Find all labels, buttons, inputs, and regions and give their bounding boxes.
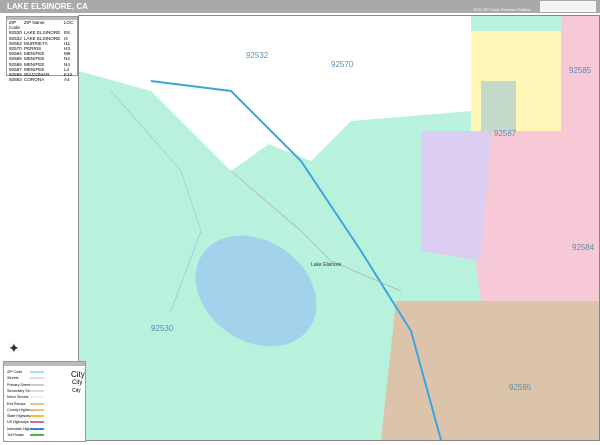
legend-item-label: State Highways	[7, 414, 32, 419]
zip-label: 92530	[151, 324, 174, 333]
zip-label: 92532	[246, 51, 269, 60]
legend-item-label: Primary Streets	[7, 382, 32, 387]
column-header: LOC	[64, 20, 74, 25]
edition-label: 2025 ZIP Code Premium Edition	[472, 7, 530, 12]
zip-table-cell: 92883	[9, 77, 22, 83]
legend-swatch	[30, 415, 44, 418]
legend-swatch	[30, 389, 44, 392]
legend-swatch	[30, 408, 44, 411]
legend-swatch	[30, 371, 44, 373]
map-regions	[79, 16, 599, 441]
zip-label: 92585	[569, 66, 592, 75]
legend-swatch	[30, 427, 44, 430]
legend-item-label: Toll Roads	[7, 433, 24, 437]
map-legend: ZIP Code Streets Primary Streets Secondary …	[3, 361, 86, 442]
legend-swatch	[30, 383, 44, 386]
legend-item-label: Streets	[7, 376, 19, 381]
publisher-logo	[540, 1, 596, 12]
city-sample: City	[71, 370, 85, 379]
legend-swatch	[30, 421, 44, 424]
zip-label: 92587	[494, 129, 517, 138]
city-sample: City	[72, 380, 83, 386]
zip-label: 92595	[509, 383, 532, 392]
city-sample: City	[72, 388, 81, 394]
zip-area-92595	[381, 301, 599, 440]
legend-swatch	[30, 396, 44, 399]
header-bar: LAKE ELSINORE, CA 2025 ZIP Code Premium …	[0, 0, 600, 13]
compass-rose-icon: ✦	[8, 340, 20, 356]
zip-label: 92570	[331, 60, 354, 69]
column-header: ZIP Code	[9, 20, 20, 31]
zip-label: 92584	[572, 243, 595, 252]
map-title: LAKE ELSINORE, CA	[7, 2, 88, 11]
zip-table-row: 92883 CORONA A4	[7, 77, 77, 82]
city-label: Lake Elsinore	[311, 262, 342, 268]
legend-item-label: Minor Streets	[7, 395, 29, 400]
zip-code-table: ZIP Code ZIP Name LOC 92530 LAKE ELSINORE E8…	[6, 16, 78, 82]
legend-swatch	[30, 434, 44, 436]
zip-table-cell: A4	[64, 77, 70, 83]
legend-item-label: Exit Ramps	[7, 401, 26, 406]
park-area	[481, 81, 516, 131]
zip-area-92584	[471, 131, 599, 301]
legend-swatch	[30, 402, 44, 405]
map-canvas[interactable]: 92532 92570 92585 92587 92584 92530 9259…	[78, 15, 600, 441]
zip-area-92587	[421, 131, 491, 261]
zip-table-cell: CORONA	[24, 77, 45, 83]
legend-swatch	[30, 377, 44, 380]
legend-item-label: ZIP Code	[7, 370, 23, 374]
legend-item-label: US Highways	[7, 420, 29, 425]
column-header: ZIP Name	[24, 20, 45, 25]
